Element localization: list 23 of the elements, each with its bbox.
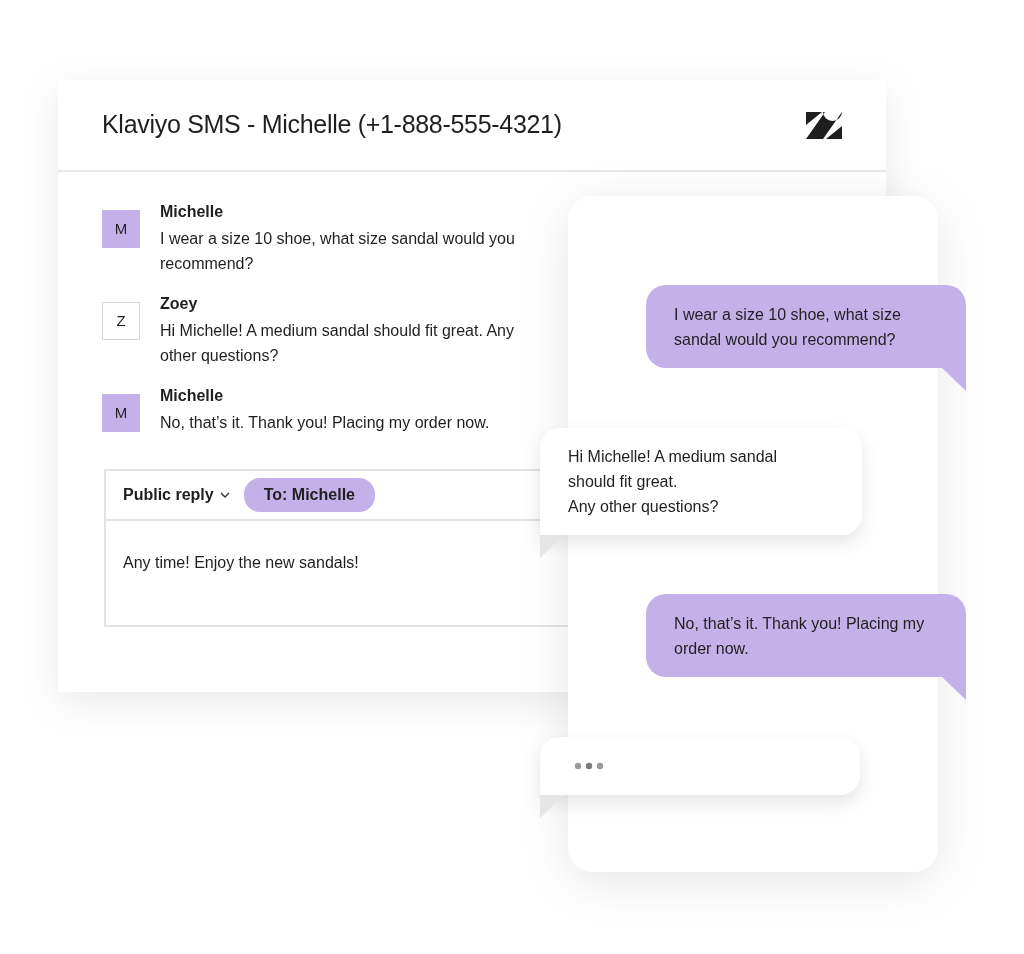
chat-bubble: I wear a size 10 shoe, what size sandal would you recommend? [646,285,966,368]
recipient-chip[interactable]: To: Michelle [243,478,375,512]
chat-bubble: No, that’s it. Thank you! Placing my order now. [646,594,966,677]
bubble-tail [540,795,564,818]
chat-bubble: Hi Michelle! A medium sandal should fit great. Any other questions? [540,428,862,535]
bubble-tail [942,368,966,391]
ticket-title: Klaviyo SMS - Michelle (+1-888-555-4321) [102,109,562,141]
message-text: Hi Michelle! A medium sandal should fit great. Any other questions? [160,321,515,366]
avatar: M [102,394,140,432]
reply-text: Any time! Enjoy the new sandals! [123,553,359,573]
reply-mode-dropdown[interactable]: Public reply [123,483,230,507]
avatar: M [102,210,140,248]
author-name: Zoey [160,294,199,314]
logo-icon [806,111,842,139]
caret-icon [219,492,230,498]
message-text: No, that’s it. Thank you! Placing my order now. [160,413,491,433]
message-text: I wear a size 10 shoe, what size sandal would you recommend? [160,229,516,274]
author-name: Michelle [160,202,225,222]
bubble-tail [540,535,564,558]
typing-indicator-icon [574,762,604,770]
author-name: Michelle [160,386,225,406]
bubble-tail [942,677,966,700]
avatar: Z [102,302,140,340]
